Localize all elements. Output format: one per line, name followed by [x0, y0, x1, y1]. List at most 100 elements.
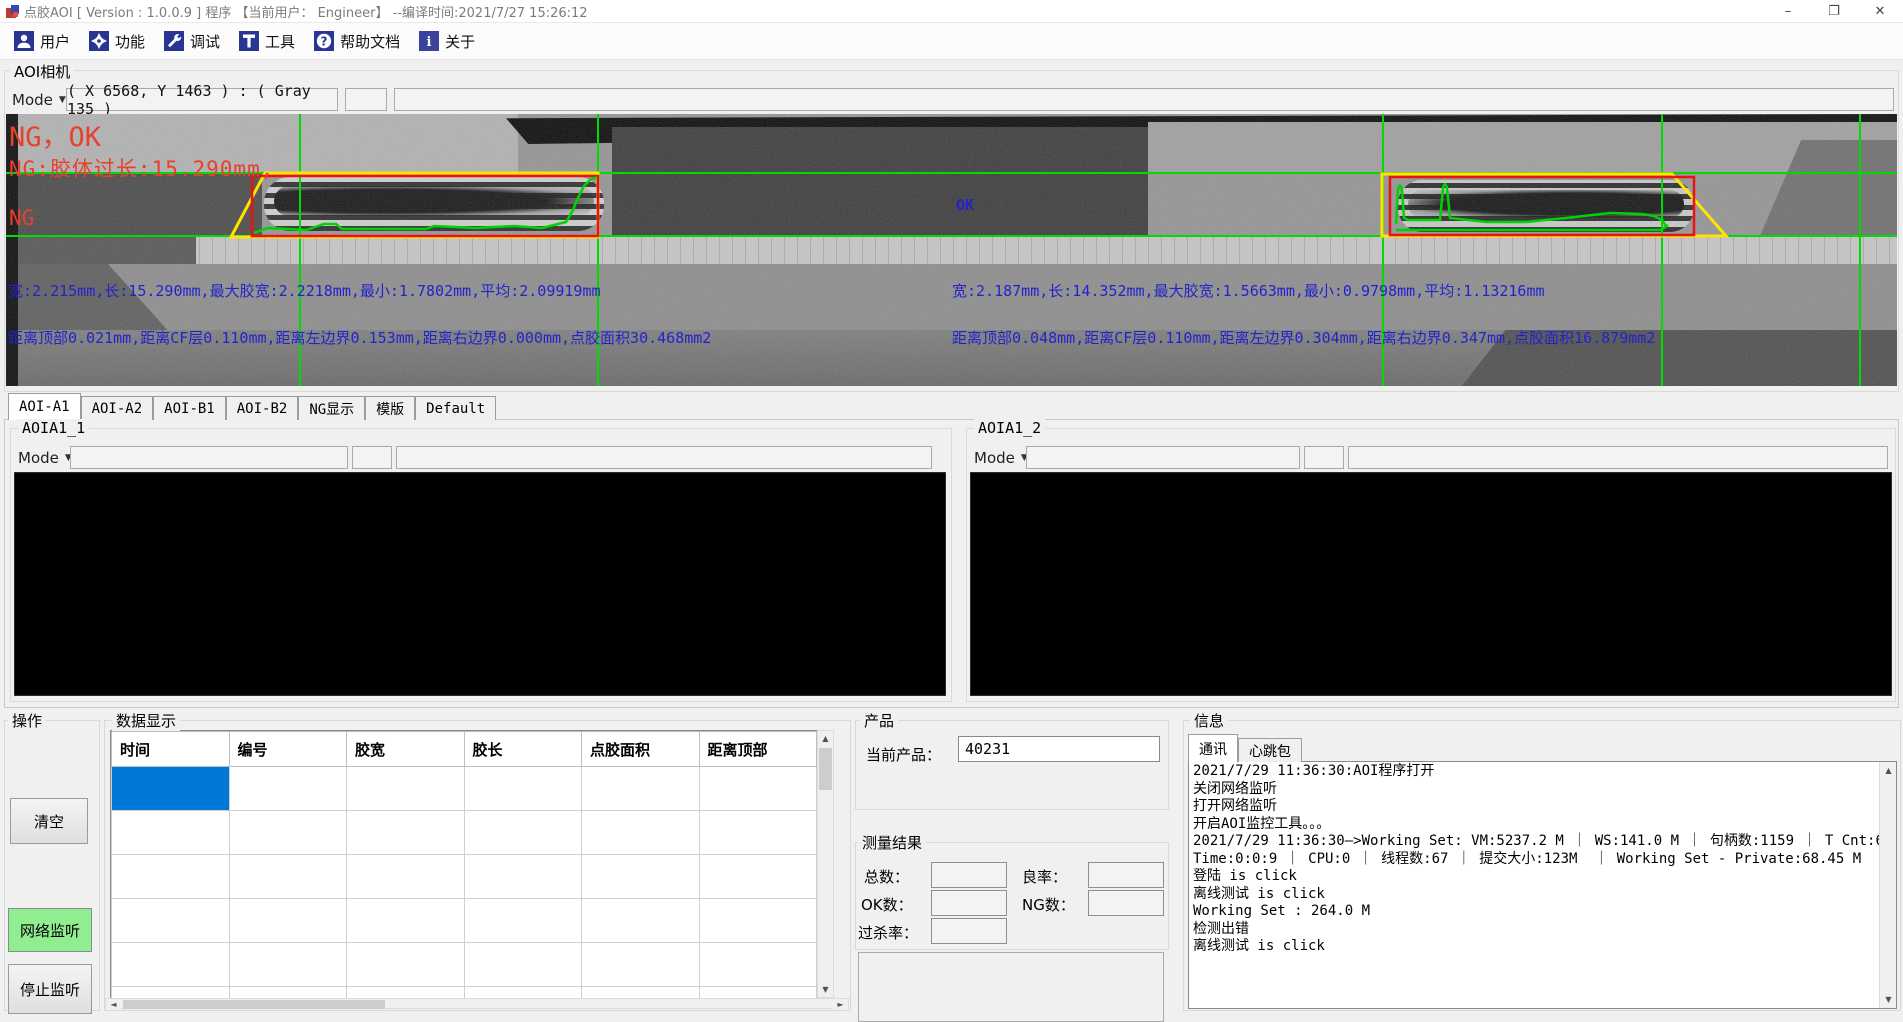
scroll-down-icon[interactable]: ▼ — [1881, 992, 1896, 1007]
menu-tools[interactable]: 工具 — [233, 26, 308, 56]
overkill-rate-field[interactable] — [931, 918, 1007, 944]
camera-field-long[interactable] — [394, 88, 1894, 111]
aoia1-2-mode-dropdown[interactable]: Mode▼ — [974, 447, 1028, 469]
current-product-label: 当前产品： — [866, 744, 941, 765]
tab-heartbeat[interactable]: 心跳包 — [1238, 738, 1302, 762]
window-title: 点胶AOI [ Version : 1.0.0.9 ] 程序 【当前用户： En… — [24, 2, 588, 21]
table-hscrollbar[interactable]: ◄ ► — [105, 998, 849, 1009]
table-cell[interactable] — [229, 767, 347, 811]
scroll-right-icon[interactable]: ► — [833, 999, 848, 1010]
info-log[interactable]: 2021/7/29 11:36:30:AOI程序打开 关闭网络监听 打开网络监听… — [1188, 761, 1897, 1009]
table-cell[interactable] — [464, 767, 582, 811]
table-cell[interactable] — [699, 943, 817, 987]
table-cell[interactable] — [699, 767, 817, 811]
menu-user[interactable]: 用户 — [8, 26, 83, 56]
table-cell[interactable] — [347, 899, 465, 943]
tab-aoi-b1[interactable]: AOI-B1 — [153, 396, 226, 420]
menu-function[interactable]: 功能 — [83, 26, 158, 56]
chevron-down-icon: ▼ — [59, 95, 66, 105]
ok-count-field[interactable] — [931, 890, 1007, 916]
current-product-field[interactable]: 40231 — [958, 736, 1160, 762]
overlay-ng: NG — [9, 206, 34, 230]
menu-help[interactable]: ? 帮助文档 — [308, 26, 413, 56]
clear-button[interactable]: 清空 — [10, 798, 88, 844]
scroll-up-icon[interactable]: ▲ — [818, 731, 833, 746]
tab-template[interactable]: 模版 — [365, 396, 415, 420]
tab-default[interactable]: Default — [415, 396, 496, 420]
camera-mode-dropdown[interactable]: Mode▼ — [12, 89, 66, 111]
col-glue-length[interactable]: 胶长 — [464, 732, 582, 767]
table-cell[interactable] — [229, 943, 347, 987]
camera-field-small[interactable] — [345, 88, 387, 111]
table-cell[interactable] — [699, 811, 817, 855]
table-cell[interactable] — [112, 943, 230, 987]
aoia1-1-field-3[interactable] — [396, 446, 932, 469]
col-glue-width[interactable]: 胶宽 — [347, 732, 465, 767]
table-cell[interactable] — [112, 855, 230, 899]
table-cell[interactable] — [347, 811, 465, 855]
tab-ng-display[interactable]: NG显示 — [298, 396, 365, 420]
tab-aoi-a1[interactable]: AOI-A1 — [8, 393, 81, 420]
table-cell[interactable] — [112, 811, 230, 855]
minimize-button[interactable]: – — [1765, 0, 1811, 22]
vscroll-thumb[interactable] — [819, 748, 832, 790]
table-cell[interactable] — [699, 855, 817, 899]
aoia1-1-field-2[interactable] — [352, 446, 392, 469]
table-cell[interactable] — [582, 811, 700, 855]
table-cell[interactable] — [464, 811, 582, 855]
ng-count-field[interactable] — [1088, 890, 1164, 916]
yield-rate-field[interactable] — [1088, 862, 1164, 888]
table-cell[interactable] — [347, 855, 465, 899]
maximize-button[interactable]: ❐ — [1811, 0, 1857, 22]
table-cell[interactable] — [582, 855, 700, 899]
table-cell[interactable] — [582, 943, 700, 987]
table-cell[interactable] — [582, 767, 700, 811]
table-cell[interactable] — [229, 811, 347, 855]
table-cell[interactable] — [464, 943, 582, 987]
selected-cell[interactable] — [112, 767, 230, 811]
log-line: 登陆 is click — [1193, 868, 1892, 886]
menu-about[interactable]: i 关于 — [413, 26, 488, 56]
aoia1-1-image[interactable] — [14, 472, 946, 696]
help-icon: ? — [314, 31, 334, 51]
table-cell[interactable] — [582, 899, 700, 943]
menu-debug[interactable]: 调试 — [158, 26, 233, 56]
aoia1-1-mode-dropdown[interactable]: Mode▼ — [18, 447, 72, 469]
aoia1-2-field-2[interactable] — [1304, 446, 1344, 469]
camera-image[interactable]: NG，OK NG:胶体过长:15.290mm, NG OK 宽:2.215mm,… — [6, 114, 1897, 386]
tab-communication[interactable]: 通讯 — [1188, 734, 1238, 762]
table-cell[interactable] — [229, 899, 347, 943]
table-cell[interactable] — [464, 899, 582, 943]
col-glue-area[interactable]: 点胶面积 — [582, 732, 700, 767]
scroll-up-icon[interactable]: ▲ — [1881, 763, 1896, 778]
table-cell[interactable] — [347, 943, 465, 987]
col-distance-top[interactable]: 距离顶部 — [699, 732, 817, 767]
aoia1-1-field-1[interactable] — [70, 446, 348, 469]
col-time[interactable]: 时间 — [112, 732, 230, 767]
table-cell[interactable] — [112, 899, 230, 943]
aoia1-2-image[interactable] — [970, 472, 1892, 696]
aoia1-2-field-3[interactable] — [1348, 446, 1888, 469]
network-listen-button[interactable]: 网络监听 — [8, 908, 92, 952]
aoi-tab-strip: AOI-A1 AOI-A2 AOI-B1 AOI-B2 NG显示 模版 Defa… — [8, 393, 496, 420]
hammer-icon — [239, 31, 259, 51]
title-bar: 点胶AOI [ Version : 1.0.0.9 ] 程序 【当前用户： En… — [0, 0, 1903, 23]
stop-listen-button[interactable]: 停止监听 — [8, 964, 92, 1014]
camera-coordinate-field[interactable]: ( X 6568, Y 1463 ) : ( Gray 135 ) — [66, 88, 338, 111]
tab-aoi-b2[interactable]: AOI-B2 — [226, 396, 299, 420]
table-vscrollbar[interactable]: ▲ ▼ — [817, 730, 834, 998]
close-button[interactable]: ✕ — [1857, 0, 1903, 22]
operations-label: 操作 — [8, 710, 46, 731]
table-cell[interactable] — [347, 767, 465, 811]
tab-aoi-a2[interactable]: AOI-A2 — [81, 396, 154, 420]
log-scrollbar[interactable]: ▲ ▼ — [1879, 762, 1896, 1008]
scroll-left-icon[interactable]: ◄ — [106, 999, 121, 1010]
scroll-down-icon[interactable]: ▼ — [818, 982, 833, 997]
table-cell[interactable] — [699, 899, 817, 943]
table-cell[interactable] — [464, 855, 582, 899]
total-count-field[interactable] — [931, 862, 1007, 888]
table-cell[interactable] — [229, 855, 347, 899]
col-number[interactable]: 编号 — [229, 732, 347, 767]
hscroll-thumb[interactable] — [123, 1000, 385, 1009]
aoia1-2-field-1[interactable] — [1026, 446, 1300, 469]
